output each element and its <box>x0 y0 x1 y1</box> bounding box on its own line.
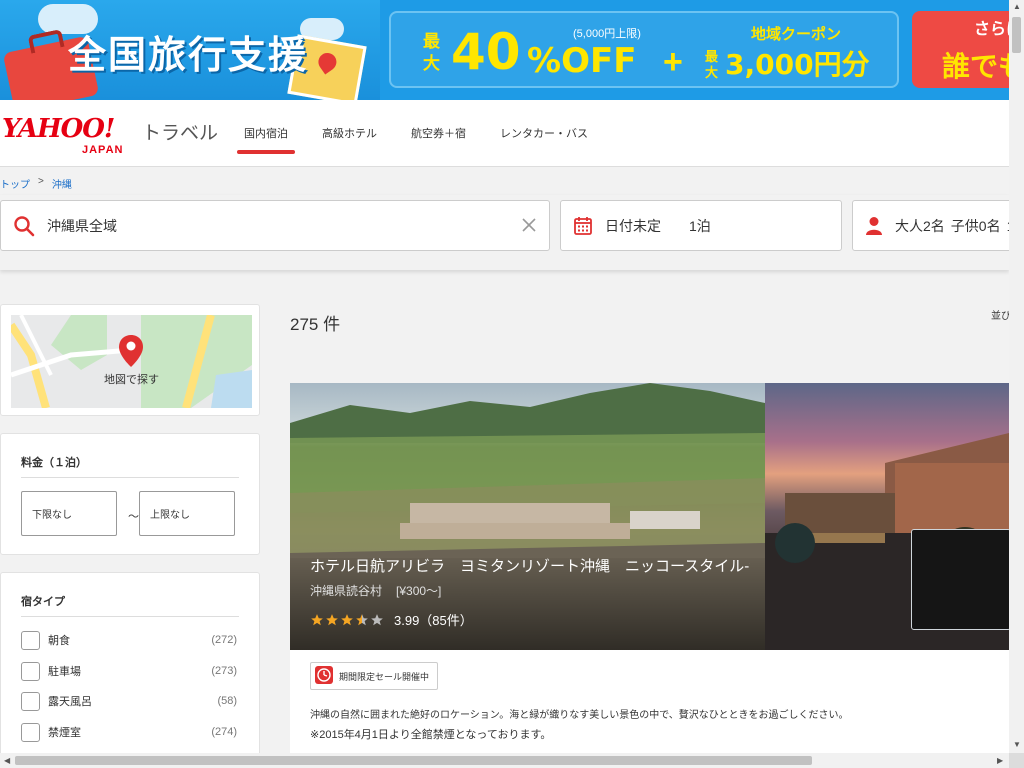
sale-badge-label: 期間限定セール開催中 <box>339 671 430 682</box>
clock-icon <box>315 666 333 686</box>
vertical-scrollbar[interactable]: ▲ ▼ <box>1009 0 1024 753</box>
nav-domestic-stay[interactable]: 国内宿泊 <box>236 100 296 166</box>
facility-count: (58) <box>217 695 237 707</box>
breadcrumb-home[interactable]: トップ <box>0 176 30 191</box>
banner-discount-panel: 最大 40 (5,000円上限) %OFF + 地域クーポン 最大 3,000円… <box>389 11 899 88</box>
price-filter-title: 料金（１泊） <box>21 457 87 469</box>
hotel-name[interactable]: ホテル日航アリビラ ヨミタンリゾート沖縄 ニッコースタイル-沖縄のリゾート- <box>310 555 750 576</box>
banner-discount-cap: (5,000円上限) <box>573 28 641 40</box>
keyword-value: 沖縄県全域 <box>47 217 117 234</box>
result-count: 275 件 <box>290 315 341 334</box>
hotel-photo-main[interactable]: ホテル日航アリビラ ヨミタンリゾート沖縄 ニッコースタイル-沖縄のリゾート- 沖… <box>290 383 765 650</box>
hotel-card[interactable]: ホテル日航アリビラ ヨミタンリゾート沖縄 ニッコースタイル-沖縄のリゾート- 沖… <box>290 383 1011 753</box>
rating-stars <box>310 613 384 627</box>
price-max-input[interactable]: 上限なし <box>139 491 235 536</box>
guest-field[interactable]: 大人2名 子供0名 1室 <box>852 200 1024 251</box>
star-icon <box>356 613 368 625</box>
star-icon <box>326 613 338 625</box>
map-pin-icon <box>119 335 143 372</box>
banner-off-label: %OFF <box>527 41 637 81</box>
checkbox[interactable] <box>21 722 40 742</box>
star-icon <box>311 613 323 625</box>
hotel-area: 沖縄県読谷村 <box>310 584 383 598</box>
horizontal-scroll-thumb[interactable] <box>15 756 812 765</box>
banner-max-label: 最大 <box>423 32 440 73</box>
logo-service-name: トラベル <box>142 123 219 144</box>
sale-badge: 期間限定セール開催中 <box>310 662 439 690</box>
person-icon <box>865 216 883 236</box>
calendar-icon <box>573 216 593 236</box>
breadcrumb-separator: > <box>38 176 44 187</box>
facility-option[interactable]: 禁煙室 (274) <box>21 722 237 742</box>
banner-right-line1: さらに <box>974 21 1009 38</box>
horizontal-scrollbar[interactable]: ◀ ▶ <box>0 753 1009 768</box>
banner-plus: + <box>663 43 683 81</box>
scroll-up-icon[interactable]: ▲ <box>1013 2 1021 11</box>
rating-text: 3.99（85件） <box>394 613 473 628</box>
facility-label: 露天風呂 <box>48 696 92 708</box>
facility-count: (273) <box>211 665 237 677</box>
facility-option[interactable]: 朝食 (272) <box>21 630 237 650</box>
hotel-photo-thumbnail[interactable] <box>911 529 1011 630</box>
main-nav: 国内宿泊 高級ホテル 航空券＋宿 レンタカー・バス <box>236 100 614 166</box>
divider <box>21 477 239 478</box>
divider <box>21 616 239 617</box>
scroll-down-icon[interactable]: ▼ <box>1013 740 1021 749</box>
nav-luxury-hotel[interactable]: 高級ホテル <box>314 100 385 166</box>
nav-rental-car-bus[interactable]: レンタカー・バス <box>492 100 596 166</box>
facility-count: (274) <box>211 726 237 738</box>
banner-right-line2: 誰でも <box>942 51 1009 82</box>
banner-coupon-max: 最大 <box>705 49 719 80</box>
checkbox[interactable] <box>21 691 40 711</box>
guest-children: 子供0名 <box>950 217 1001 234</box>
facility-count: (272) <box>211 634 237 646</box>
logo-yahoo-text: YAHOO! <box>2 114 115 144</box>
date-value: 日付未定 1泊 <box>605 217 711 234</box>
star-icon <box>371 613 383 625</box>
price-tilde: ～ <box>128 511 139 523</box>
hotel-meta: 沖縄県読谷村 [¥300～] <box>310 582 441 599</box>
site-header: YAHOO! JAPAN トラベル 国内宿泊 高級ホテル 航空券＋宿 レンタカー… <box>0 100 1009 167</box>
facility-filter-card: 宿タイプ 朝食 (272) 駐車場 (273) 露天風呂 (58) 禁煙室 (2… <box>0 572 260 762</box>
nav-flight-hotel[interactable]: 航空券＋宿 <box>403 100 474 166</box>
scroll-corner <box>1009 753 1024 768</box>
facility-label: 朝食 <box>48 635 70 647</box>
facility-label: 駐車場 <box>48 666 81 678</box>
banner-left-panel: 全国旅行支援 <box>0 0 380 100</box>
hotel-price: [¥300～] <box>396 584 442 598</box>
banner-title: 全国旅行支援 <box>68 33 309 77</box>
banner-coupon-amount: 3,000円分 <box>725 48 870 81</box>
banner-discount: 40 <box>451 23 521 81</box>
scroll-right-icon[interactable]: ▶ <box>997 756 1003 765</box>
breadcrumb: トップ > 沖縄 <box>0 176 72 191</box>
facility-option[interactable]: 露天風呂 (58) <box>21 691 237 711</box>
clear-icon[interactable] <box>521 217 537 236</box>
campaign-banner[interactable]: 全国旅行支援 最大 40 (5,000円上限) %OFF + 地域クーポン 最大… <box>0 0 1009 100</box>
facility-filter-title: 宿タイプ <box>21 596 65 608</box>
checkbox[interactable] <box>21 630 40 650</box>
logo-japan-text: JAPAN <box>82 144 124 156</box>
map-label: 地図で探す <box>104 374 159 386</box>
banner-right-panel: さらに 誰でも <box>912 11 1009 88</box>
scroll-left-icon[interactable]: ◀ <box>4 756 10 765</box>
guest-adults: 大人2名 <box>895 217 945 234</box>
facility-option[interactable]: 駐車場 (273) <box>21 661 237 681</box>
price-filter-card: 料金（１泊） 下限なし ～ 上限なし <box>0 433 260 555</box>
facility-label: 禁煙室 <box>48 727 81 739</box>
map-thumbnail[interactable]: 地図で探す <box>11 315 252 408</box>
keyword-search-field[interactable]: 沖縄県全域 <box>0 200 550 251</box>
breadcrumb-current[interactable]: 沖縄 <box>52 176 72 191</box>
star-icon <box>341 613 353 625</box>
hotel-description: 沖縄の自然に囲まれた絶好のロケーション。海と緑が織りなす美しい景色の中で、贅沢な… <box>310 710 849 721</box>
search-icon <box>13 215 35 237</box>
banner-coupon-label: 地域クーポン <box>751 26 842 43</box>
vertical-scroll-thumb[interactable] <box>1012 17 1021 53</box>
date-field[interactable]: 日付未定 1泊 <box>560 200 842 251</box>
yahoo-travel-logo[interactable]: YAHOO! JAPAN トラベル <box>2 114 218 156</box>
price-min-input[interactable]: 下限なし <box>21 491 117 536</box>
checkbox[interactable] <box>21 661 40 681</box>
hotel-rating: 3.99（85件） <box>310 610 473 629</box>
map-search-card[interactable]: 地図で探す <box>0 304 260 416</box>
hotel-note: ※2015年4月1日より全館禁煙となっております。 <box>310 729 552 741</box>
